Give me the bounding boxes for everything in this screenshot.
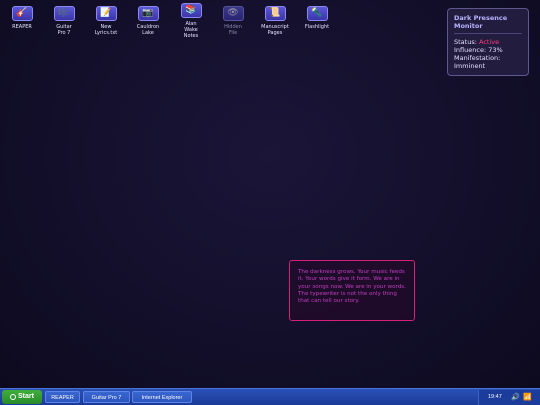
manifestation-value: Imminent xyxy=(454,62,486,70)
system-tray: 19:47 🔊 📶 xyxy=(478,390,540,405)
desktop-icon-label: New Lyrics.txt xyxy=(94,24,118,36)
windows-logo-icon xyxy=(10,394,17,400)
desktop-icon-label: Alan Wake Notes xyxy=(183,21,199,39)
desktop-icon-hidden-file[interactable]: 👁 Hidden File xyxy=(210,6,256,36)
desktop-icon-new-lyrics[interactable]: 📝 New Lyrics.txt xyxy=(83,6,129,36)
desktop-icon-cauldron-lake[interactable]: 📷 Cauldron Lake xyxy=(125,6,171,36)
desktop-icon-reaper[interactable]: 🎸 REAPER xyxy=(0,6,45,30)
darkness-message-box: The darkness grows. Your music feeds it.… xyxy=(289,260,415,321)
message-line: The darkness grows. Your music feeds it.… xyxy=(298,269,406,290)
network-icon[interactable]: 📶 xyxy=(523,393,532,402)
eye-icon: 👁 xyxy=(222,6,244,21)
notepad-icon: 📝 xyxy=(95,6,117,21)
desktop-icon-manuscript-pages[interactable]: 📜 Manuscript Pages xyxy=(252,6,298,36)
monitor-status: Status: Active xyxy=(454,38,522,46)
desktop-icon-label: Flashlight xyxy=(304,24,330,30)
desktop-icon-guitar-pro[interactable]: 🎼 Guitar Pro 7 xyxy=(41,6,87,36)
desktop-icon-alan-wake-notes[interactable]: 📚 Alan Wake Notes xyxy=(168,3,214,39)
guitar-icon: 🎸 xyxy=(11,6,33,21)
taskbar: Start REAPER Guitar Pro 7 Internet Explo… xyxy=(0,388,540,405)
books-icon: 📚 xyxy=(180,3,202,18)
desktop-icon-label: REAPER xyxy=(12,24,32,30)
speaker-icon[interactable]: 🔊 xyxy=(511,393,520,402)
taskbar-button-internet-explorer[interactable]: Internet Explorer xyxy=(132,391,192,403)
desktop-icon-label: Hidden File xyxy=(224,24,242,36)
desktop: 🎸 REAPER 🎼 Guitar Pro 7 📝 New Lyrics.txt… xyxy=(0,0,540,388)
start-label: Start xyxy=(18,393,34,400)
desktop-icon-label: Manuscript Pages xyxy=(261,24,289,36)
scroll-icon: 📜 xyxy=(264,6,286,21)
status-value: Active xyxy=(478,38,500,46)
flashlight-icon: 🔦 xyxy=(306,6,328,21)
status-label: Status: xyxy=(454,38,477,46)
monitor-title: Dark Presence Monitor xyxy=(454,14,522,34)
manifestation-label: Manifestation: xyxy=(454,54,501,62)
message-line: The typewriter is not the only thing tha… xyxy=(298,290,397,305)
monitor-influence: Influence: 73% xyxy=(454,46,503,54)
camera-icon: 📷 xyxy=(137,6,159,21)
start-button[interactable]: Start xyxy=(2,390,42,404)
desktop-icon-label: Guitar Pro 7 xyxy=(56,24,72,36)
desktop-icon-flashlight[interactable]: 🔦 Flashlight xyxy=(294,6,340,30)
desktop-icon-label: Cauldron Lake xyxy=(136,24,160,36)
sheet-music-icon: 🎼 xyxy=(53,6,75,21)
taskbar-button-guitar-pro[interactable]: Guitar Pro 7 xyxy=(83,391,130,403)
dark-presence-monitor: Dark Presence Monitor Status: Active Inf… xyxy=(447,8,529,76)
clock[interactable]: 19:47 xyxy=(488,390,502,405)
taskbar-button-reaper[interactable]: REAPER xyxy=(45,391,80,403)
